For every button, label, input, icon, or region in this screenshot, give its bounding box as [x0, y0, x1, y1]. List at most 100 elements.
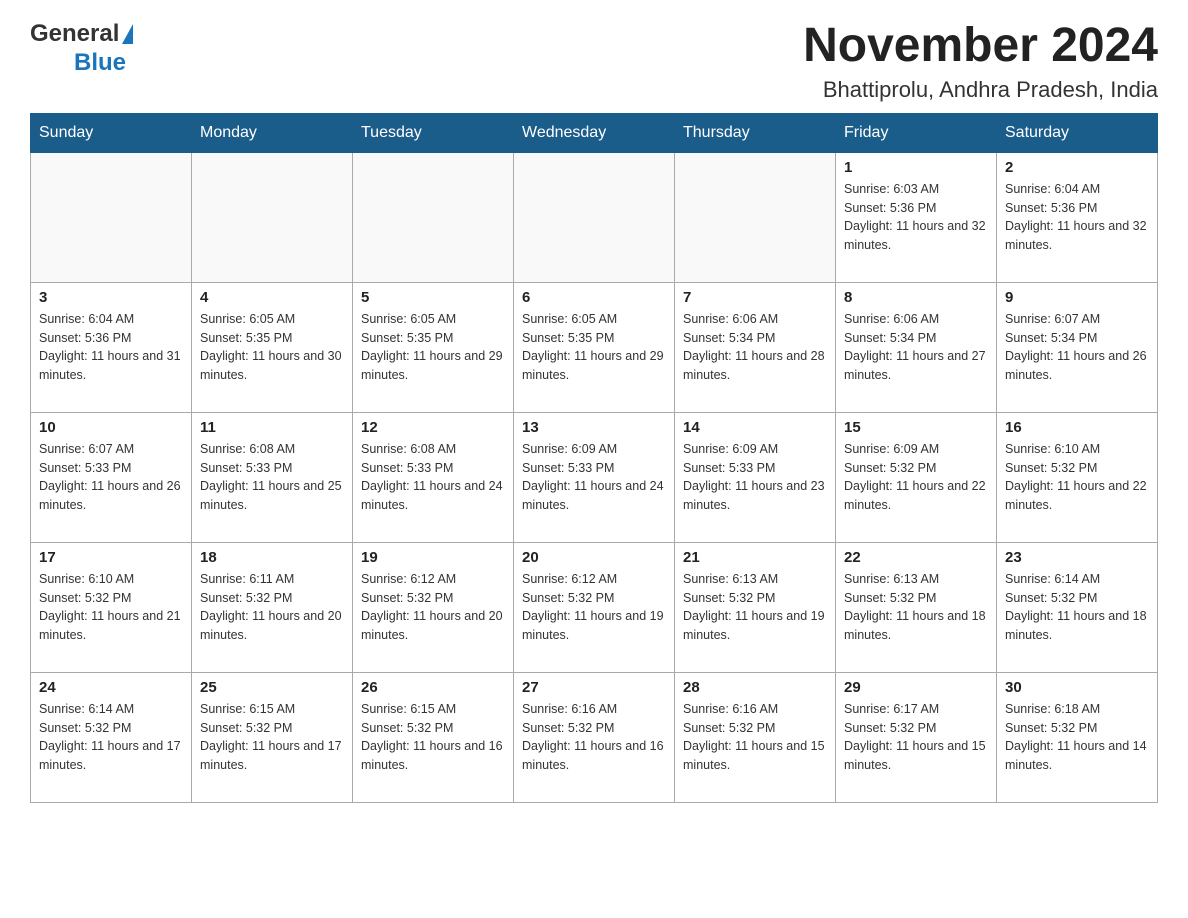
- day-number: 9: [1005, 289, 1149, 306]
- calendar-day-cell: 11 Sunrise: 6:08 AMSunset: 5:33 PMDayligh…: [192, 412, 353, 542]
- calendar-day-cell: 13Sunrise: 6:09 AMSunset: 5:33 PMDayligh…: [514, 412, 675, 542]
- calendar-table: SundayMondayTuesdayWednesdayThursdayFrid…: [30, 113, 1158, 803]
- day-info: Sunrise: 6:14 AMSunset: 5:32 PMDaylight:…: [1005, 570, 1149, 645]
- calendar-day-cell: 12Sunrise: 6:08 AMSunset: 5:33 PMDayligh…: [353, 412, 514, 542]
- day-number: 18: [200, 549, 344, 566]
- day-number: 7: [683, 289, 827, 306]
- day-number: 5: [361, 289, 505, 306]
- calendar-title: November 2024: [803, 20, 1158, 73]
- day-number: 21: [683, 549, 827, 566]
- calendar-day-header: Tuesday: [353, 113, 514, 152]
- day-info: Sunrise: 6:18 AMSunset: 5:32 PMDaylight:…: [1005, 700, 1149, 775]
- calendar-week-row: 24 Sunrise: 6:14 AMSunset: 5:32 PMDayligh…: [31, 672, 1158, 802]
- day-number: 23: [1005, 549, 1149, 566]
- calendar-day-cell: 8Sunrise: 6:06 AMSunset: 5:34 PMDaylight…: [836, 282, 997, 412]
- calendar-day-cell: 16 Sunrise: 6:10 AMSunset: 5:32 PMDayligh…: [997, 412, 1158, 542]
- day-info: Sunrise: 6:05 AMSunset: 5:35 PMDaylight:…: [361, 310, 505, 385]
- day-info: Sunrise: 6:17 AMSunset: 5:32 PMDaylight:…: [844, 700, 988, 775]
- calendar-day-cell: [192, 152, 353, 282]
- day-info: Sunrise: 6:16 AMSunset: 5:32 PMDaylight:…: [683, 700, 827, 775]
- day-number: 1: [844, 159, 988, 176]
- calendar-day-cell: 5 Sunrise: 6:05 AMSunset: 5:35 PMDaylight…: [353, 282, 514, 412]
- day-number: 28: [683, 679, 827, 696]
- calendar-day-cell: 18 Sunrise: 6:11 AMSunset: 5:32 PMDayligh…: [192, 542, 353, 672]
- day-number: 24: [39, 679, 183, 696]
- logo-triangle-icon: [122, 24, 133, 44]
- day-number: 19: [361, 549, 505, 566]
- day-info: Sunrise: 6:10 AMSunset: 5:32 PMDaylight:…: [39, 570, 183, 645]
- day-number: 4: [200, 289, 344, 306]
- day-info: Sunrise: 6:06 AMSunset: 5:34 PMDaylight:…: [683, 310, 827, 385]
- calendar-day-cell: 2 Sunrise: 6:04 AMSunset: 5:36 PMDaylight…: [997, 152, 1158, 282]
- day-number: 17: [39, 549, 183, 566]
- day-number: 27: [522, 679, 666, 696]
- calendar-week-row: 3Sunrise: 6:04 AMSunset: 5:36 PMDaylight…: [31, 282, 1158, 412]
- calendar-day-cell: 25Sunrise: 6:15 AMSunset: 5:32 PMDayligh…: [192, 672, 353, 802]
- calendar-day-cell: 4 Sunrise: 6:05 AMSunset: 5:35 PMDaylight…: [192, 282, 353, 412]
- day-number: 11: [200, 419, 344, 436]
- day-info: Sunrise: 6:08 AMSunset: 5:33 PMDaylight:…: [361, 440, 505, 515]
- day-info: Sunrise: 6:04 AMSunset: 5:36 PMDaylight:…: [1005, 180, 1149, 255]
- calendar-subtitle: Bhattiprolu, Andhra Pradesh, India: [803, 77, 1158, 103]
- day-info: Sunrise: 6:09 AMSunset: 5:32 PMDaylight:…: [844, 440, 988, 515]
- day-number: 29: [844, 679, 988, 696]
- day-number: 26: [361, 679, 505, 696]
- day-number: 14: [683, 419, 827, 436]
- day-number: 15: [844, 419, 988, 436]
- page-header: General Blue November 2024 Bhattiprolu, …: [30, 20, 1158, 103]
- logo-general-text: General: [30, 20, 133, 49]
- calendar-day-header: Sunday: [31, 113, 192, 152]
- day-number: 25: [200, 679, 344, 696]
- calendar-day-cell: 30 Sunrise: 6:18 AMSunset: 5:32 PMDayligh…: [997, 672, 1158, 802]
- day-info: Sunrise: 6:13 AMSunset: 5:32 PMDaylight:…: [844, 570, 988, 645]
- calendar-day-cell: 22Sunrise: 6:13 AMSunset: 5:32 PMDayligh…: [836, 542, 997, 672]
- day-number: 8: [844, 289, 988, 306]
- calendar-week-row: 17 Sunrise: 6:10 AMSunset: 5:32 PMDayligh…: [31, 542, 1158, 672]
- day-number: 16: [1005, 419, 1149, 436]
- day-info: Sunrise: 6:04 AMSunset: 5:36 PMDaylight:…: [39, 310, 183, 385]
- day-info: Sunrise: 6:07 AMSunset: 5:33 PMDaylight:…: [39, 440, 183, 515]
- day-info: Sunrise: 6:03 AMSunset: 5:36 PMDaylight:…: [844, 180, 988, 255]
- calendar-header-row: SundayMondayTuesdayWednesdayThursdayFrid…: [31, 113, 1158, 152]
- calendar-day-header: Friday: [836, 113, 997, 152]
- calendar-day-cell: 7 Sunrise: 6:06 AMSunset: 5:34 PMDaylight…: [675, 282, 836, 412]
- day-number: 2: [1005, 159, 1149, 176]
- logo-blue-text: Blue: [74, 49, 126, 78]
- day-info: Sunrise: 6:09 AMSunset: 5:33 PMDaylight:…: [683, 440, 827, 515]
- calendar-day-header: Monday: [192, 113, 353, 152]
- calendar-day-cell: [514, 152, 675, 282]
- calendar-day-cell: 19 Sunrise: 6:12 AMSunset: 5:32 PMDayligh…: [353, 542, 514, 672]
- day-info: Sunrise: 6:13 AMSunset: 5:32 PMDaylight:…: [683, 570, 827, 645]
- day-info: Sunrise: 6:14 AMSunset: 5:32 PMDaylight:…: [39, 700, 183, 775]
- calendar-day-cell: 10Sunrise: 6:07 AMSunset: 5:33 PMDayligh…: [31, 412, 192, 542]
- calendar-day-cell: 29 Sunrise: 6:17 AMSunset: 5:32 PMDayligh…: [836, 672, 997, 802]
- day-number: 6: [522, 289, 666, 306]
- day-info: Sunrise: 6:11 AMSunset: 5:32 PMDaylight:…: [200, 570, 344, 645]
- calendar-day-cell: 1 Sunrise: 6:03 AMSunset: 5:36 PMDaylight…: [836, 152, 997, 282]
- day-info: Sunrise: 6:15 AMSunset: 5:32 PMDaylight:…: [361, 700, 505, 775]
- logo: General Blue: [30, 20, 133, 78]
- calendar-day-cell: 15 Sunrise: 6:09 AMSunset: 5:32 PMDayligh…: [836, 412, 997, 542]
- day-info: Sunrise: 6:12 AMSunset: 5:32 PMDaylight:…: [361, 570, 505, 645]
- day-info: Sunrise: 6:05 AMSunset: 5:35 PMDaylight:…: [200, 310, 344, 385]
- calendar-day-cell: 14 Sunrise: 6:09 AMSunset: 5:33 PMDayligh…: [675, 412, 836, 542]
- calendar-week-row: 10Sunrise: 6:07 AMSunset: 5:33 PMDayligh…: [31, 412, 1158, 542]
- calendar-day-cell: [353, 152, 514, 282]
- calendar-day-cell: 6 Sunrise: 6:05 AMSunset: 5:35 PMDaylight…: [514, 282, 675, 412]
- day-info: Sunrise: 6:08 AMSunset: 5:33 PMDaylight:…: [200, 440, 344, 515]
- calendar-day-cell: 17 Sunrise: 6:10 AMSunset: 5:32 PMDayligh…: [31, 542, 192, 672]
- day-info: Sunrise: 6:05 AMSunset: 5:35 PMDaylight:…: [522, 310, 666, 385]
- calendar-day-header: Wednesday: [514, 113, 675, 152]
- calendar-week-row: 1 Sunrise: 6:03 AMSunset: 5:36 PMDaylight…: [31, 152, 1158, 282]
- day-number: 30: [1005, 679, 1149, 696]
- day-number: 20: [522, 549, 666, 566]
- day-info: Sunrise: 6:10 AMSunset: 5:32 PMDaylight:…: [1005, 440, 1149, 515]
- calendar-day-cell: 24 Sunrise: 6:14 AMSunset: 5:32 PMDayligh…: [31, 672, 192, 802]
- day-info: Sunrise: 6:16 AMSunset: 5:32 PMDaylight:…: [522, 700, 666, 775]
- calendar-day-cell: 28 Sunrise: 6:16 AMSunset: 5:32 PMDayligh…: [675, 672, 836, 802]
- title-area: November 2024 Bhattiprolu, Andhra Prades…: [803, 20, 1158, 103]
- calendar-day-cell: 20 Sunrise: 6:12 AMSunset: 5:32 PMDayligh…: [514, 542, 675, 672]
- day-number: 13: [522, 419, 666, 436]
- calendar-day-cell: 3Sunrise: 6:04 AMSunset: 5:36 PMDaylight…: [31, 282, 192, 412]
- day-info: Sunrise: 6:12 AMSunset: 5:32 PMDaylight:…: [522, 570, 666, 645]
